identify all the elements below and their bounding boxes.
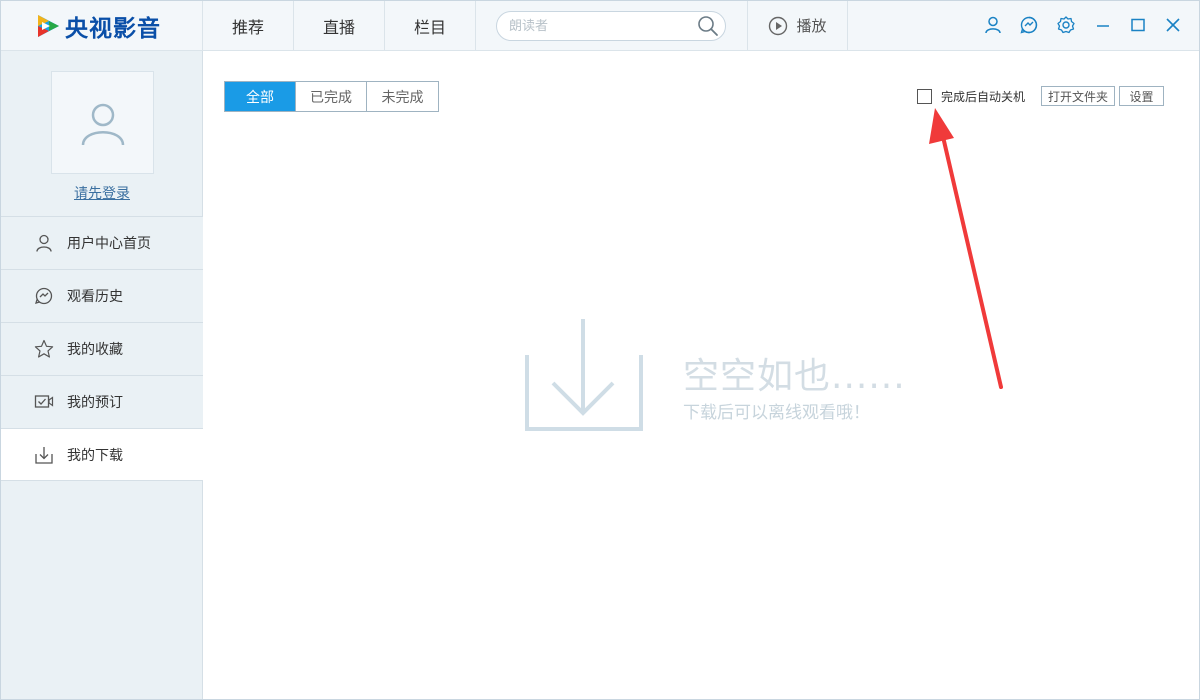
sidebar-item-label: 观看历史 xyxy=(67,289,123,305)
user-icon xyxy=(36,234,52,252)
sidebar-item-label: 我的下载 xyxy=(67,447,123,464)
sidebar-item-history[interactable]: 观看历史 xyxy=(1,269,203,322)
play-button[interactable]: 播放 xyxy=(747,1,848,50)
download-tray-icon xyxy=(525,319,643,431)
filter-tab-all[interactable]: 全部 xyxy=(225,82,296,111)
sidebar-item-label: 我的预订 xyxy=(67,395,123,411)
sidebar-item-user-center[interactable]: 用户中心首页 xyxy=(1,216,203,269)
nav-divider xyxy=(475,1,476,50)
nav-tab-recommend[interactable]: 推荐 xyxy=(202,1,293,50)
scrollbar[interactable] xyxy=(1187,51,1199,699)
sidebar-item-favorites[interactable]: 我的收藏 xyxy=(1,322,203,375)
sidebar-item-label: 我的收藏 xyxy=(67,342,123,358)
empty-state-title: 空空如也...... xyxy=(683,356,906,397)
app-title: 央视影音 xyxy=(65,16,161,42)
minimize-icon[interactable] xyxy=(1093,15,1113,35)
sidebar-item-label: 用户中心首页 xyxy=(67,236,151,252)
open-folder-button[interactable]: 打开文件夹 xyxy=(1041,86,1115,106)
nav-tab-label: 推荐 xyxy=(231,17,264,37)
reservation-icon xyxy=(34,395,54,408)
main-panel: 全部 已完成 未完成 完成后自动关机 打开文件夹 设置 空空如也...... 下… xyxy=(203,51,1199,699)
download-icon xyxy=(35,446,53,464)
auto-shutdown-checkbox[interactable] xyxy=(917,89,932,104)
filter-tab-incomplete[interactable]: 未完成 xyxy=(367,82,438,111)
top-bar: 央视影音 推荐 直播 栏目 播放 xyxy=(1,1,1199,51)
search-box[interactable] xyxy=(496,11,726,41)
search-icon[interactable] xyxy=(697,15,719,37)
history-icon xyxy=(35,287,53,305)
user-icon[interactable] xyxy=(983,15,1003,35)
filter-tabs: 全部 已完成 未完成 xyxy=(224,81,439,112)
auto-shutdown-option[interactable]: 完成后自动关机 xyxy=(917,88,1025,105)
history-icon[interactable] xyxy=(1019,15,1039,35)
gear-icon[interactable] xyxy=(1056,15,1076,35)
auto-shutdown-label: 完成后自动关机 xyxy=(941,90,1026,104)
sidebar-menu: 用户中心首页 观看历史 我的收藏 我的预订 我的下载 xyxy=(1,216,204,481)
sidebar-item-reservations[interactable]: 我的预订 xyxy=(1,375,203,428)
play-circle-icon xyxy=(769,16,788,35)
empty-state-subtitle: 下载后可以离线观看哦！ xyxy=(683,403,870,423)
nav-tab-columns[interactable]: 栏目 xyxy=(384,1,475,50)
close-icon[interactable] xyxy=(1163,15,1183,35)
logo-icon xyxy=(38,15,59,37)
filter-tab-completed[interactable]: 已完成 xyxy=(296,82,367,111)
nav-tab-live[interactable]: 直播 xyxy=(293,1,384,50)
avatar[interactable] xyxy=(51,71,154,174)
sidebar: 请先登录 用户中心首页 观看历史 我的收藏 我的预订 我的下载 xyxy=(1,51,204,699)
sidebar-item-downloads[interactable]: 我的下载 xyxy=(1,428,204,481)
play-label: 播放 xyxy=(796,17,827,35)
star-icon xyxy=(34,339,54,358)
user-placeholder-icon xyxy=(81,103,124,145)
settings-button[interactable]: 设置 xyxy=(1119,86,1164,106)
login-link[interactable]: 请先登录 xyxy=(1,183,203,203)
app-logo[interactable]: 央视影音 xyxy=(35,11,161,42)
nav-tab-label: 直播 xyxy=(322,17,355,37)
search-input[interactable] xyxy=(509,17,689,35)
app-window: 央视影音 推荐 直播 栏目 播放 xyxy=(0,0,1200,700)
maximize-icon[interactable] xyxy=(1128,15,1148,35)
nav-tab-label: 栏目 xyxy=(413,17,446,37)
